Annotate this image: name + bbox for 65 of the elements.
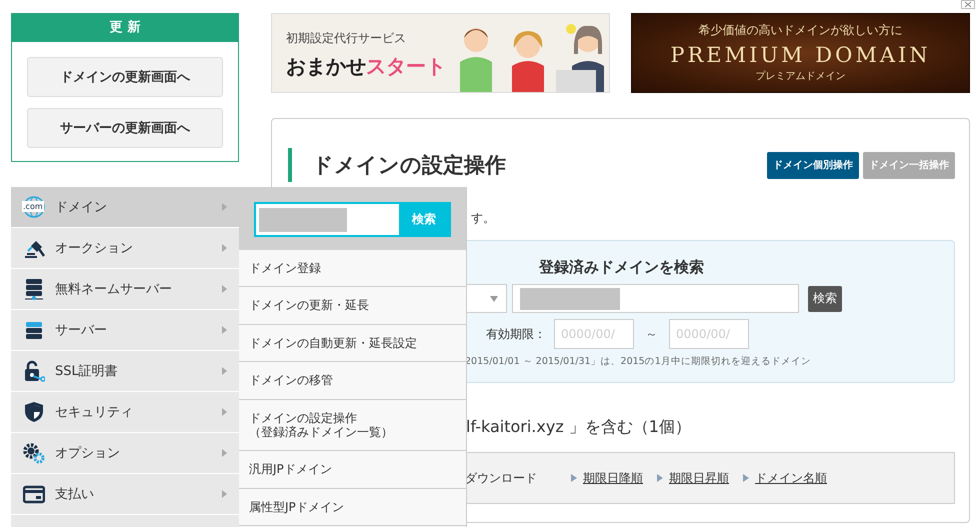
submenu-item[interactable]: 汎用JPドメイン xyxy=(239,451,466,489)
menu-item-label: オプション xyxy=(55,445,121,462)
update-button[interactable]: サーバーの更新画面へ xyxy=(27,108,223,148)
search-title: 登録済みドメインを検索 xyxy=(539,258,704,277)
server-icon xyxy=(23,319,45,341)
service-banner[interactable]: 初期設定代行サービス おまかせスタート xyxy=(271,13,610,93)
triangle-icon xyxy=(571,474,577,482)
premium-banner[interactable]: 希少価値の高いドメインが欲しい方に PREMIUM DOMAIN プレミアムドメイン xyxy=(631,13,970,93)
type-select[interactable] xyxy=(466,284,507,313)
shield-icon xyxy=(23,401,45,423)
sort-link[interactable]: 期限日降順 xyxy=(583,470,643,486)
panel-header: 更 新 xyxy=(12,14,238,42)
submenu-item[interactable]: ドメインの更新・延長 xyxy=(239,287,466,325)
chevron-icon xyxy=(222,203,227,211)
gears-icon xyxy=(23,442,45,464)
expiry-label: 有効期限： xyxy=(486,326,547,342)
banner-title: おまかせ xyxy=(286,54,366,78)
menu-item[interactable]: .com ドメイン xyxy=(11,187,239,228)
banner-title: PREMIUM DOMAIN xyxy=(669,43,932,67)
menu-item-label: サーバー xyxy=(55,322,108,339)
download-link[interactable]: ダウンロード xyxy=(465,470,537,486)
search-button[interactable]: 検索 xyxy=(808,286,842,312)
description-text: す。 xyxy=(471,210,496,227)
submenu-item[interactable]: ドメインの自動更新・延長設定 xyxy=(239,324,466,362)
globe-icon xyxy=(23,196,45,218)
chevron-icon xyxy=(222,285,227,293)
submenu-item[interactable]: 属性型JPドメイン xyxy=(239,488,466,526)
chevron-icon xyxy=(222,244,227,252)
chevron-icon xyxy=(222,408,227,416)
sort-link[interactable]: ドメイン名順 xyxy=(755,470,827,486)
dropdown-caret-icon xyxy=(490,296,498,302)
icon-label: .com xyxy=(22,201,44,212)
menu-item-label: ドメイン xyxy=(55,199,108,216)
menu-item-label: SSL証明書 xyxy=(55,363,119,380)
domain-input[interactable] xyxy=(512,284,799,313)
lock-key-icon xyxy=(23,360,45,382)
submenu-item-label: ドメインの設定操作 xyxy=(249,410,358,425)
banner-title-accent: スタート xyxy=(366,54,446,78)
hint-text: 2015/01/01 ～ 2015/01/31」は、2015の1月中に期限切れを迎えるドメイン xyxy=(465,355,812,368)
menu-item-label: 支払い xyxy=(55,486,95,503)
update-button[interactable]: ドメインの更新画面へ xyxy=(27,57,223,97)
submenu-item[interactable]: ドメイン登録 xyxy=(239,250,466,288)
mode-tab[interactable]: ドメイン個別操作 xyxy=(767,152,859,178)
menu-item-label: オークション xyxy=(55,240,134,257)
banner-subtitle: 初期設定代行サービス xyxy=(286,30,407,47)
result-heading: lf-kaitori.xyz 」を含む（1個） xyxy=(466,417,692,438)
triangle-icon xyxy=(657,474,663,482)
range-separator: ～ xyxy=(644,326,658,342)
server-icon xyxy=(23,278,45,300)
banner-subtitle: 希少価値の高いドメインが欲しい方に xyxy=(698,22,904,39)
close-icon xyxy=(961,0,975,9)
card-icon xyxy=(23,483,45,505)
chevron-icon xyxy=(222,326,227,334)
page-title: ドメインの設定操作 xyxy=(288,148,506,182)
menu-item-label: 無料ネームサーバー xyxy=(55,281,173,298)
sort-link[interactable]: 期限日昇順 xyxy=(669,470,729,486)
submenu-item[interactable]: ドメインの設定操作 （登録済みドメイン一覧） xyxy=(239,400,466,452)
chevron-icon xyxy=(222,367,227,375)
chevron-icon xyxy=(222,449,227,457)
triangle-icon xyxy=(743,474,749,482)
menu-item-label: セキュリティ xyxy=(55,404,134,421)
submenu-item[interactable]: ドメインの移管 xyxy=(239,362,466,400)
submenu-item-label: （登録済みドメイン一覧） xyxy=(249,424,394,440)
banner-caption: プレミアムドメイン xyxy=(754,70,846,83)
chevron-icon xyxy=(222,490,227,498)
